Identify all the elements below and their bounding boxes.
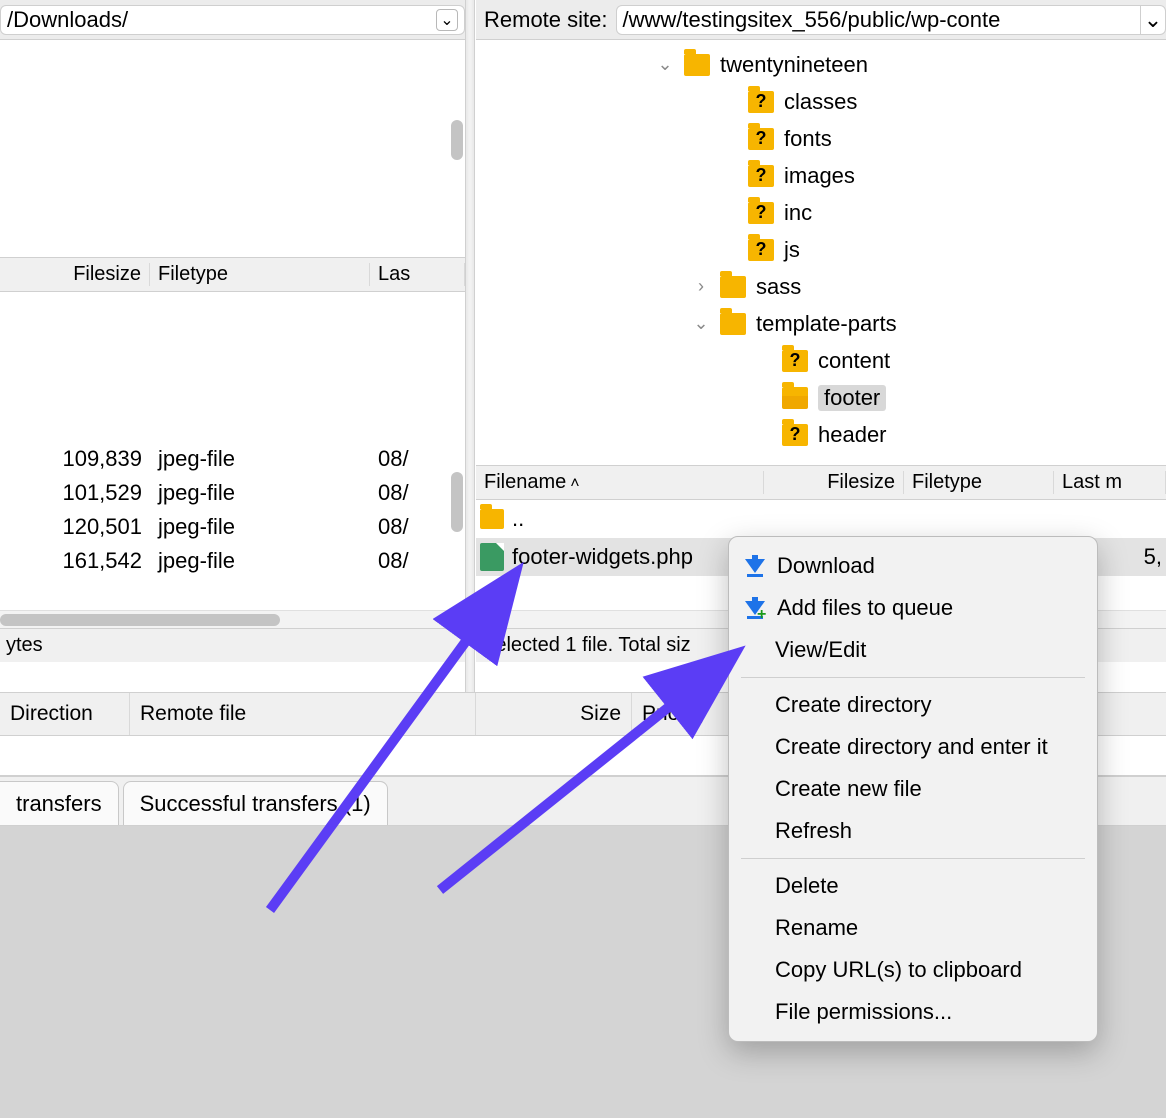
remote-site-label: Remote site: <box>476 7 616 33</box>
unknown-folder-icon <box>748 128 774 150</box>
unknown-folder-icon <box>748 91 774 113</box>
queue-add-icon: + <box>745 597 765 619</box>
col-filename[interactable]: Filename˄ <box>476 471 764 494</box>
scrollbar-thumb[interactable] <box>0 614 280 626</box>
unknown-folder-icon <box>748 202 774 224</box>
remote-path-text: /www/testingsitex_556/public/wp-conte <box>623 7 1001 33</box>
local-path-text: /Downloads/ <box>7 7 128 33</box>
local-path-bar: /Downloads/ ⌄ <box>0 0 465 40</box>
col-lastmod[interactable]: Las <box>370 263 465 286</box>
remote-tree-pane[interactable]: ⌄ twentynineteen classes fonts images in… <box>476 40 1166 466</box>
ctx-view-edit[interactable]: View/Edit <box>729 629 1097 671</box>
scrollbar-thumb[interactable] <box>451 472 463 532</box>
expand-icon[interactable]: › <box>692 276 710 297</box>
ctx-delete[interactable]: Delete <box>729 865 1097 907</box>
folder-open-icon <box>782 387 808 409</box>
menu-separator <box>741 677 1085 678</box>
unknown-folder-icon <box>748 165 774 187</box>
menu-separator <box>741 858 1085 859</box>
col-filesize[interactable]: Filesize <box>0 263 150 286</box>
remote-list-header: Filename˄ Filesize Filetype Last m <box>476 466 1166 500</box>
local-file-list[interactable]: 109,839 jpeg-file 08/ 101,529 jpeg-file … <box>0 292 465 610</box>
col-size[interactable]: Size <box>476 693 632 735</box>
col-filetype[interactable]: Filetype <box>150 263 370 286</box>
remote-path-input[interactable]: /www/testingsitex_556/public/wp-conte <box>616 5 1142 35</box>
tree-node-twentynineteen[interactable]: ⌄ twentynineteen <box>476 46 1166 83</box>
tree-node-template-parts[interactable]: ⌄template-parts <box>476 305 1166 342</box>
col-filetype[interactable]: Filetype <box>904 471 1054 494</box>
php-file-icon <box>480 543 504 571</box>
ctx-copy-url[interactable]: Copy URL(s) to clipboard <box>729 949 1097 991</box>
ctx-file-permissions[interactable]: File permissions... <box>729 991 1097 1033</box>
file-row[interactable]: 161,542 jpeg-file 08/ <box>0 544 465 578</box>
local-tree-pane[interactable] <box>0 40 465 258</box>
collapse-icon[interactable]: ⌄ <box>656 54 674 75</box>
tree-node-inc[interactable]: inc <box>476 194 1166 231</box>
ctx-create-new-file[interactable]: Create new file <box>729 768 1097 810</box>
col-remote-file[interactable]: Remote file <box>130 693 476 735</box>
ctx-create-directory-enter[interactable]: Create directory and enter it <box>729 726 1097 768</box>
tree-node-js[interactable]: js <box>476 231 1166 268</box>
tree-node-footer[interactable]: footer <box>476 379 1166 416</box>
local-hscroll[interactable] <box>0 610 465 628</box>
file-row[interactable]: 109,839 jpeg-file 08/ <box>0 442 465 476</box>
ctx-download[interactable]: Download <box>729 545 1097 587</box>
local-status-bar: ytes <box>0 628 465 662</box>
tree-node-header[interactable]: header <box>476 416 1166 453</box>
tab-failed-transfers[interactable]: transfers <box>0 781 119 825</box>
collapse-icon[interactable]: ⌄ <box>692 313 710 334</box>
folder-icon <box>684 54 710 76</box>
scrollbar-thumb[interactable] <box>451 120 463 160</box>
tree-node-fonts[interactable]: fonts <box>476 120 1166 157</box>
col-filesize[interactable]: Filesize <box>764 471 904 494</box>
unknown-folder-icon <box>782 424 808 446</box>
local-list-header: Filesize Filetype Las <box>0 258 465 292</box>
sort-asc-icon: ˄ <box>570 475 579 492</box>
local-path-input[interactable]: /Downloads/ ⌄ <box>0 5 465 35</box>
context-menu: Download + Add files to queue View/Edit … <box>728 536 1098 1042</box>
unknown-folder-icon <box>782 350 808 372</box>
tree-node-content[interactable]: content <box>476 342 1166 379</box>
ctx-create-directory[interactable]: Create directory <box>729 684 1097 726</box>
ctx-rename[interactable]: Rename <box>729 907 1097 949</box>
tree-node-classes[interactable]: classes <box>476 83 1166 120</box>
folder-icon <box>720 276 746 298</box>
remote-path-bar: Remote site: /www/testingsitex_556/publi… <box>476 0 1166 40</box>
file-row[interactable]: 101,529 jpeg-file 08/ <box>0 476 465 510</box>
col-lastmod[interactable]: Last m <box>1054 471 1166 494</box>
chevron-down-icon[interactable]: ⌄ <box>436 9 458 31</box>
chevron-down-icon[interactable]: ⌄ <box>1140 5 1166 35</box>
folder-icon <box>720 313 746 335</box>
parent-dir-row[interactable]: .. <box>476 500 1166 538</box>
file-row[interactable]: 120,501 jpeg-file 08/ <box>0 510 465 544</box>
tab-successful-transfers[interactable]: Successful transfers (1) <box>123 781 388 825</box>
ctx-add-to-queue[interactable]: + Add files to queue <box>729 587 1097 629</box>
unknown-folder-icon <box>748 239 774 261</box>
panel-divider[interactable] <box>465 0 475 780</box>
tree-node-images[interactable]: images <box>476 157 1166 194</box>
ctx-refresh[interactable]: Refresh <box>729 810 1097 852</box>
tree-node-sass[interactable]: ›sass <box>476 268 1166 305</box>
col-direction[interactable]: Direction <box>0 693 130 735</box>
folder-icon <box>480 509 504 529</box>
download-icon <box>745 555 765 577</box>
